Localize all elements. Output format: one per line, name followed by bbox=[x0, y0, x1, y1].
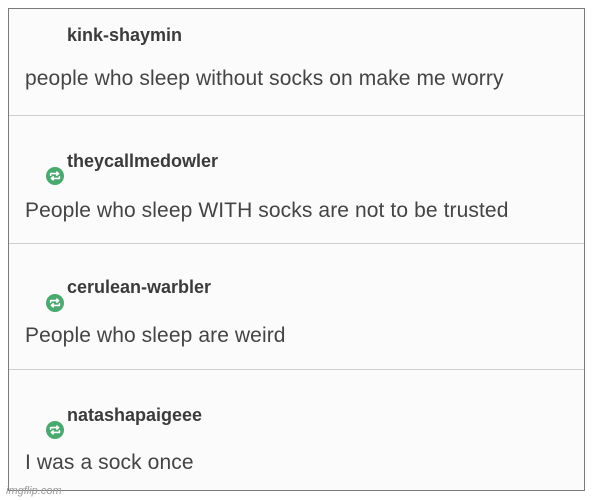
post-username[interactable]: kink-shaymin bbox=[67, 25, 182, 46]
post-entry: kink-shaymin people who sleep without so… bbox=[9, 9, 584, 115]
post-username[interactable]: natashapaigeee bbox=[67, 405, 202, 426]
tumblr-post-thread: kink-shaymin people who sleep without so… bbox=[8, 8, 585, 491]
post-text: I was a sock once bbox=[25, 451, 194, 474]
post-text: People who sleep are weird bbox=[25, 324, 286, 347]
reblog-icon bbox=[46, 294, 64, 312]
post-username[interactable]: theycallmedowler bbox=[67, 151, 218, 172]
reblog-icon bbox=[46, 421, 64, 439]
imgflip-watermark: imgflip.com bbox=[6, 485, 62, 497]
post-text: people who sleep without socks on make m… bbox=[25, 67, 504, 90]
post-entry: cerulean-warbler People who sleep are we… bbox=[9, 243, 584, 369]
post-entry: theycallmedowler People who sleep WITH s… bbox=[9, 115, 584, 243]
reblog-icon bbox=[46, 167, 64, 185]
post-text: People who sleep WITH socks are not to b… bbox=[25, 199, 509, 222]
post-entry: natashapaigeee I was a sock once bbox=[9, 369, 584, 491]
post-username[interactable]: cerulean-warbler bbox=[67, 277, 211, 298]
